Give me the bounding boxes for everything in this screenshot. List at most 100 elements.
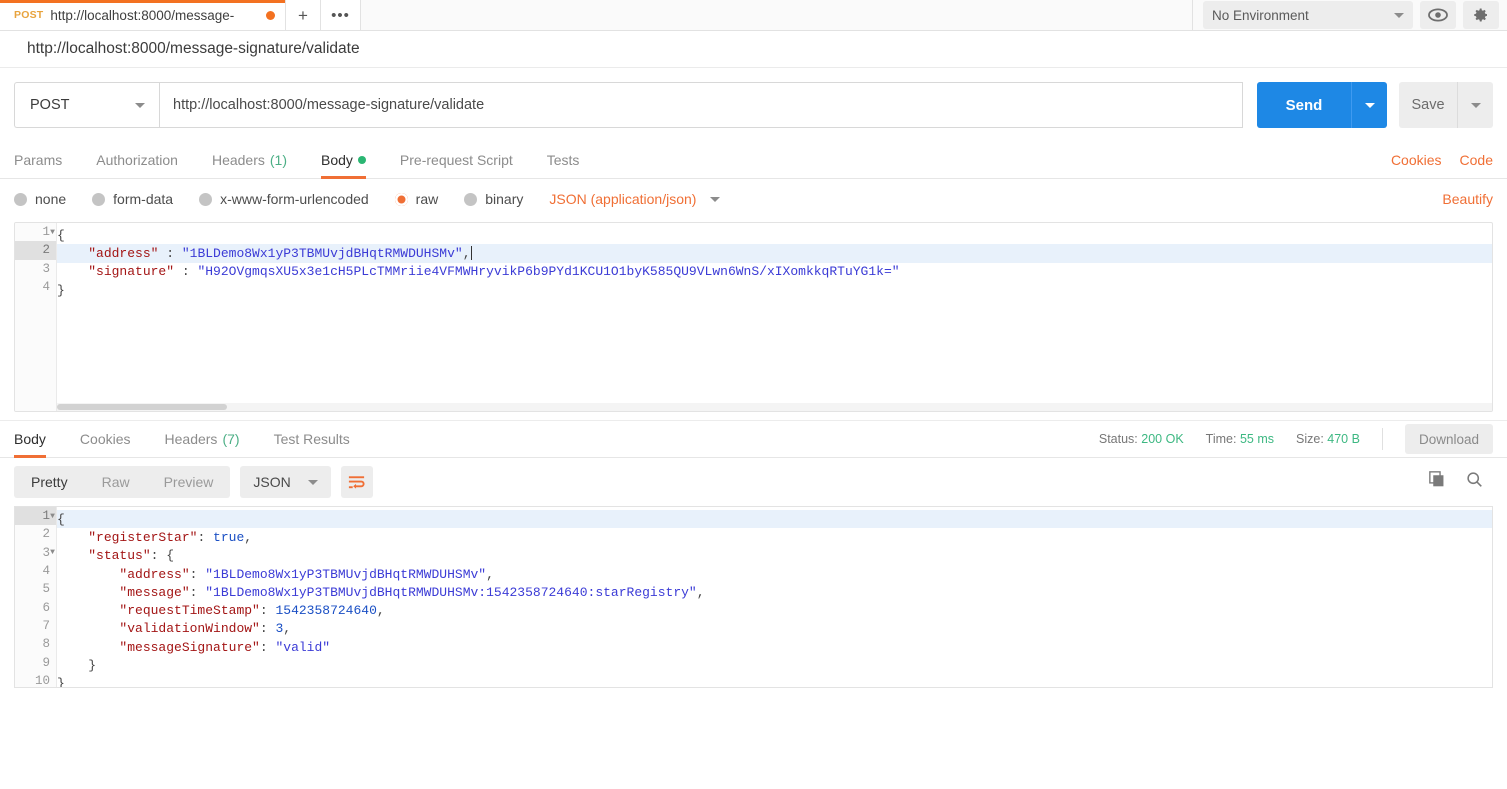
response-controls: Pretty Raw Preview JSON [0, 458, 1507, 506]
body-type-raw[interactable]: raw [394, 191, 438, 207]
tab-headers[interactable]: Headers (1) [195, 141, 304, 178]
line-number: 7 [42, 618, 50, 633]
request-editor-hscrollbar[interactable] [57, 403, 1492, 411]
view-pretty[interactable]: Pretty [14, 466, 85, 498]
body-type-urlencoded[interactable]: x-www-form-urlencoded [199, 191, 369, 207]
eye-icon [1428, 8, 1448, 22]
request-tab-bar: POST http://localhost:8000/message- + ••… [0, 0, 1507, 31]
response-tab-body[interactable]: Body [14, 421, 63, 458]
json-key: "registerStar" [88, 529, 198, 545]
tab-headers-count: (1) [269, 151, 287, 168]
json-value: 3 [275, 621, 284, 637]
body-type-binary[interactable]: binary [464, 191, 523, 207]
body-present-dot-icon [357, 155, 366, 164]
code-text: } [57, 676, 65, 688]
json-key: "requestTimeStamp" [119, 603, 260, 619]
gutter-line: 1 ▼ [15, 507, 57, 526]
json-comma: , [283, 621, 292, 637]
environment-select[interactable]: No Environment [1203, 1, 1413, 29]
body-type-form-data[interactable]: form-data [92, 191, 173, 207]
json-key: "signature" [88, 264, 175, 280]
response-tab-headers-count: (7) [222, 431, 240, 447]
beautify-link[interactable]: Beautify [1442, 191, 1493, 207]
meta-divider [1381, 428, 1383, 450]
tab-body-label: Body [321, 151, 353, 168]
request-tab[interactable]: POST http://localhost:8000/message- [0, 0, 286, 30]
chevron-down-icon [1470, 102, 1481, 108]
response-tab-cookies[interactable]: Cookies [63, 421, 148, 457]
code-line: "address" : "1BLDemo8Wx1yP3TBMUvjdBHqtRM… [57, 244, 1492, 263]
response-tab-cookies-label: Cookies [79, 431, 131, 447]
code-line: "address": "1BLDemo8Wx1yP3TBMUvjdBHqtRMW… [119, 566, 494, 582]
response-format-select[interactable]: JSON [240, 466, 331, 498]
gutter-line: 5 [15, 580, 56, 598]
environment-quick-look-button[interactable] [1420, 1, 1456, 29]
gutter-line: 2 [15, 525, 56, 543]
request-tab-method: POST [14, 9, 44, 21]
code-line: "status": { [88, 548, 175, 564]
time-meta: Time: 55 ms [1206, 432, 1274, 446]
content-type-select[interactable]: JSON (application/json) [549, 191, 721, 207]
fold-arrow-icon[interactable]: ▼ [48, 512, 57, 521]
tab-params[interactable]: Params [14, 141, 79, 178]
json-comma: , [376, 603, 385, 619]
code-text: } [88, 658, 97, 674]
search-button[interactable] [1466, 471, 1483, 493]
status-value: 200 OK [1141, 432, 1184, 446]
request-body-editor[interactable]: 1 ▼ 2 3 4 { "address" : "1BLDemo8Wx1yP3TB… [14, 222, 1493, 412]
fold-arrow-icon[interactable]: ▼ [48, 228, 57, 237]
request-editor-code[interactable]: { "address" : "1BLDemo8Wx1yP3TBMUvjdBHqt… [57, 223, 1492, 411]
send-options-button[interactable] [1351, 82, 1387, 128]
response-tab-headers[interactable]: Headers (7) [148, 421, 257, 457]
send-button[interactable]: Send [1257, 82, 1351, 128]
request-editor-gutter: 1 ▼ 2 3 4 [15, 223, 57, 411]
code-line: "signature" : "H92OVgmqsXU5x3e1cH5PLcTMM… [57, 263, 1492, 281]
http-method-select[interactable]: POST [14, 82, 159, 128]
line-number: 2 [42, 243, 50, 258]
json-value: "1BLDemo8Wx1yP3TBMUvjdBHqtRMWDUHSMv" [205, 566, 487, 582]
chevron-down-icon [1394, 12, 1404, 18]
save-options-button[interactable] [1457, 82, 1493, 128]
response-tab-test-results[interactable]: Test Results [257, 421, 367, 457]
view-raw[interactable]: Raw [85, 466, 147, 498]
copy-button[interactable] [1429, 471, 1446, 493]
tab-more-button[interactable]: ••• [321, 0, 361, 30]
tab-body[interactable]: Body [304, 141, 383, 179]
cookies-link[interactable]: Cookies [1391, 152, 1442, 168]
body-type-binary-label: binary [485, 191, 524, 207]
scrollbar-thumb[interactable] [57, 404, 227, 410]
body-type-none[interactable]: none [14, 191, 66, 207]
response-code[interactable]: { "registerStar": true, "status": { "add… [57, 507, 1492, 687]
json-comma: , [462, 245, 471, 261]
radio-icon [14, 192, 27, 206]
json-comma: , [486, 566, 494, 582]
json-comma: , [696, 584, 705, 600]
code-line: "messageSignature": "valid" [119, 639, 331, 655]
new-tab-button[interactable]: + [286, 0, 321, 30]
postman-window: POST http://localhost:8000/message- + ••… [0, 0, 1507, 789]
tab-tests[interactable]: Tests [530, 141, 597, 178]
view-preview[interactable]: Preview [147, 466, 231, 498]
word-wrap-button[interactable] [340, 466, 373, 498]
response-body-viewer[interactable]: 1 ▼ 2 3 ▼ 4 5 6 7 8 9 10 { "registerStar":… [14, 506, 1493, 688]
gutter-line: 4 [15, 278, 56, 296]
fold-arrow-icon[interactable]: ▼ [48, 548, 57, 557]
tab-pre-request-script[interactable]: Pre-request Script [383, 141, 530, 178]
chevron-down-icon [307, 479, 318, 485]
json-value: 1542358724640 [275, 603, 377, 619]
code-line: { [57, 510, 1492, 529]
code-link[interactable]: Code [1460, 152, 1493, 168]
save-button[interactable]: Save [1399, 82, 1457, 128]
line-number: 6 [42, 600, 50, 615]
chevron-down-icon [1364, 102, 1375, 108]
response-view-toggle: Pretty Raw Preview [14, 466, 231, 498]
url-input[interactable]: http://localhost:8000/message-signature/… [159, 82, 1243, 128]
json-value: "valid" [275, 639, 331, 655]
tab-authorization[interactable]: Authorization [79, 141, 195, 178]
time-value: 55 ms [1239, 432, 1274, 446]
response-meta: Status: 200 OK Time: 55 ms Size: 470 B D… [1099, 421, 1493, 457]
download-button[interactable]: Download [1404, 424, 1493, 454]
status-meta: Status: 200 OK [1099, 432, 1184, 446]
settings-button[interactable] [1463, 1, 1499, 29]
save-group: Save [1399, 82, 1493, 128]
